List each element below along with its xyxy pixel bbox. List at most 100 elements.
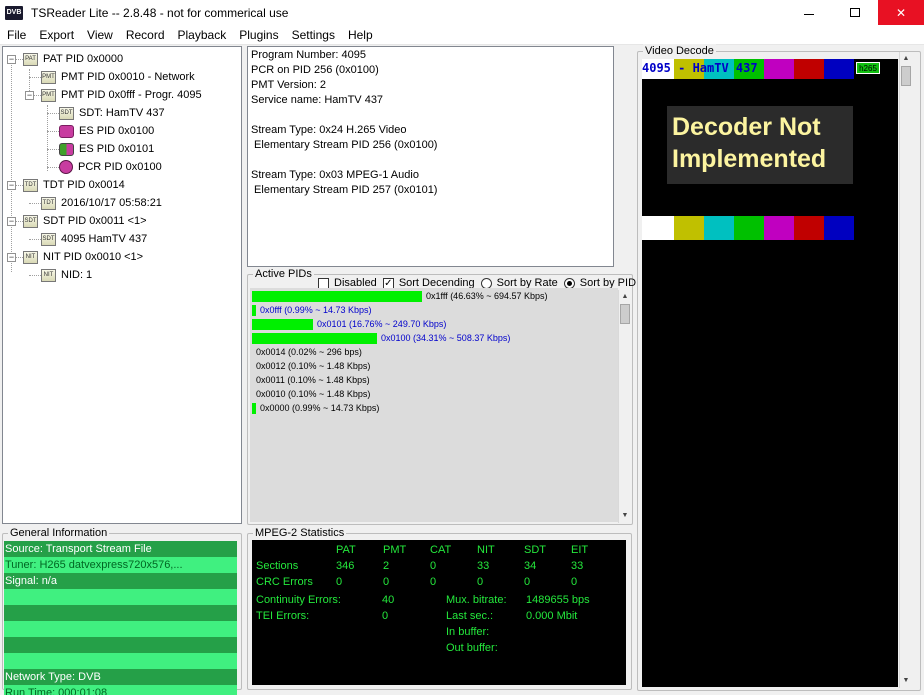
tree-node[interactable]: PMT PMT PID 0x0010 - Network [41, 68, 195, 86]
menu-playback[interactable]: Playback [171, 25, 233, 45]
stream-tree[interactable]: − PAT PAT PID 0x0000 PMT PMT PID 0x0010 - Ne… [2, 46, 242, 524]
pid-row[interactable]: 0x0011 (0.10% ~ 1.48 Kbps) [256, 373, 370, 387]
title-bar: DVB TSReader Lite -- 2.8.48 - not for co… [0, 0, 924, 25]
active-pids-list[interactable]: 0x1fff (46.63% ~ 694.57 Kbps) 0x0fff (0.9… [250, 288, 618, 522]
close-icon: ✕ [895, 5, 907, 20]
menu-record[interactable]: Record [119, 25, 171, 45]
tree-expander-icon[interactable]: − [7, 217, 16, 226]
tree-node[interactable]: PMT PMT PID 0x0fff - Progr. 4095 [41, 86, 202, 104]
tree-expander-icon[interactable]: − [7, 181, 16, 190]
tree-node[interactable]: SDT SDT PID 0x0011 <1> [23, 212, 147, 230]
active-pids-label: Active PIDs [253, 267, 314, 281]
nit-table-icon: NIT [41, 268, 56, 282]
color-bar [764, 59, 794, 79]
menu-export[interactable]: Export [32, 25, 80, 45]
close-button[interactable]: ✕ [878, 0, 924, 25]
info-line: Stream Type: 0x24 H.265 Video [251, 124, 407, 136]
program-info-text[interactable]: Program Number: 4095 PCR on PID 256 (0x01… [247, 46, 614, 267]
menu-settings[interactable]: Settings [285, 25, 341, 45]
info-line: Elementary Stream PID 257 (0x0101) [251, 184, 438, 196]
scroll-thumb[interactable] [620, 304, 630, 324]
pid-row[interactable]: 0x0fff (0.99% ~ 14.73 Kbps) [252, 303, 372, 317]
video-decode-label: Video Decode [643, 44, 716, 58]
tree-node[interactable]: ES PID 0x0101 [59, 140, 154, 158]
in-buffer-label: In buffer: [446, 626, 490, 638]
pid-row[interactable]: 0x0010 (0.10% ~ 1.48 Kbps) [256, 387, 370, 401]
pid-row[interactable]: 0x1fff (46.63% ~ 694.57 Kbps) [252, 289, 548, 303]
sections-value: 0 [430, 560, 437, 572]
scroll-up-icon[interactable]: ▲ [619, 290, 631, 304]
tree-node-label: NIT PID 0x0010 <1> [43, 251, 144, 263]
tree-node-label: SDT PID 0x0011 <1> [43, 215, 147, 227]
stream-label: 4095 - HamTV 437 [642, 61, 758, 75]
crc-errors-label: CRC Errors [256, 576, 313, 588]
maximize-button[interactable] [832, 0, 878, 25]
pid-row[interactable]: 0x0012 (0.10% ~ 1.48 Kbps) [256, 359, 370, 373]
menu-file[interactable]: File [0, 25, 32, 45]
pid-row[interactable]: 0x0014 (0.02% ~ 296 bps) [256, 345, 362, 359]
minimize-icon [804, 14, 814, 15]
color-bar [642, 216, 674, 240]
tree-node[interactable]: TDT TDT PID 0x0014 [23, 176, 125, 194]
color-bar [674, 216, 704, 240]
tree-node[interactable]: PAT PAT PID 0x0000 [23, 50, 123, 68]
video-scrollbar[interactable]: ▲ ▼ [899, 52, 912, 688]
color-bar [794, 216, 824, 240]
menu-view[interactable]: View [80, 25, 119, 45]
sort-by-rate-radio-dot[interactable] [480, 277, 492, 289]
es-table-icon [59, 124, 74, 138]
last-sec-label: Last sec.: [446, 610, 494, 622]
video-scroll-up-icon[interactable]: ▲ [900, 52, 912, 66]
general-info-row: Network Type: DVB [4, 669, 237, 685]
menu-help[interactable]: Help [341, 25, 379, 45]
pat-table-icon: PAT [23, 52, 38, 66]
pid-row-text: 0x1fff (46.63% ~ 694.57 Kbps) [426, 291, 548, 301]
pid-row-text: 0x0fff (0.99% ~ 14.73 Kbps) [260, 305, 372, 315]
pid-row[interactable]: 0x0100 (34.31% ~ 508.37 Kbps) [252, 331, 510, 345]
pid-row-text: 0x0014 (0.02% ~ 296 bps) [256, 347, 362, 357]
stats-column-header: PMT [383, 544, 407, 556]
menu-plugins[interactable]: Plugins [232, 25, 284, 45]
tdt-table-icon: TDT [23, 178, 38, 192]
tree-node[interactable]: PCR PID 0x0100 [59, 158, 162, 176]
tree-node[interactable]: SDT 4095 HamTV 437 [41, 230, 147, 248]
pid-list-scrollbar[interactable]: ▲ ▼ [618, 290, 631, 523]
video-scroll-down-icon[interactable]: ▼ [900, 674, 912, 688]
color-bar [824, 59, 854, 79]
crc-errors-value: 0 [524, 576, 531, 588]
tei-errors-label: TEI Errors: [256, 610, 310, 622]
general-info-label: General Information [8, 526, 110, 540]
mux-bitrate-value: 1489655 bps [526, 594, 590, 606]
tree-expander-icon[interactable]: − [7, 253, 16, 262]
tree-node[interactable]: TDT 2016/10/17 05:58:21 [41, 194, 162, 212]
sort-desc-checkbox-box[interactable]: ✓ [382, 277, 394, 289]
pid-row[interactable]: 0x0101 (16.76% ~ 249.70 Kbps) [252, 317, 446, 331]
tree-node[interactable]: SDT SDT: HamTV 437 [59, 104, 165, 122]
info-line: Stream Type: 0x03 MPEG-1 Audio [251, 169, 419, 181]
pmt-table-icon: PMT [41, 70, 56, 84]
general-info-row [4, 653, 237, 669]
tree-node[interactable]: NIT NID: 1 [41, 266, 92, 284]
sections-value: 2 [383, 560, 390, 572]
color-bars-bottom [642, 216, 854, 240]
tree-node-label: PCR PID 0x0100 [78, 161, 162, 173]
tree-expander-icon[interactable]: − [25, 91, 34, 100]
minimize-button[interactable] [786, 0, 832, 25]
tree-node[interactable]: ES PID 0x0100 [59, 122, 154, 140]
disabled-checkbox-box[interactable] [318, 277, 329, 289]
tree-node-label: SDT: HamTV 437 [79, 107, 165, 119]
tree-connector [47, 105, 48, 171]
sort-by-pid-radio-dot[interactable] [563, 277, 575, 289]
tree-node[interactable]: NIT NIT PID 0x0010 <1> [23, 248, 143, 266]
general-info-row [4, 605, 237, 621]
general-info-row: Run Time: 000:01:08 [4, 685, 237, 695]
tree-expander-icon[interactable]: − [7, 55, 16, 64]
tree-node-label: 4095 HamTV 437 [61, 233, 148, 245]
pid-row[interactable]: 0x0000 (0.99% ~ 14.73 Kbps) [252, 401, 379, 415]
stats-column-header: PAT [336, 544, 356, 556]
scroll-down-icon[interactable]: ▼ [619, 509, 631, 523]
pid-rate-bar [252, 318, 313, 330]
video-scroll-thumb[interactable] [901, 66, 911, 86]
continuity-errors-value: 40 [382, 594, 395, 606]
pid-row-text: 0x0100 (34.31% ~ 508.37 Kbps) [381, 333, 511, 343]
